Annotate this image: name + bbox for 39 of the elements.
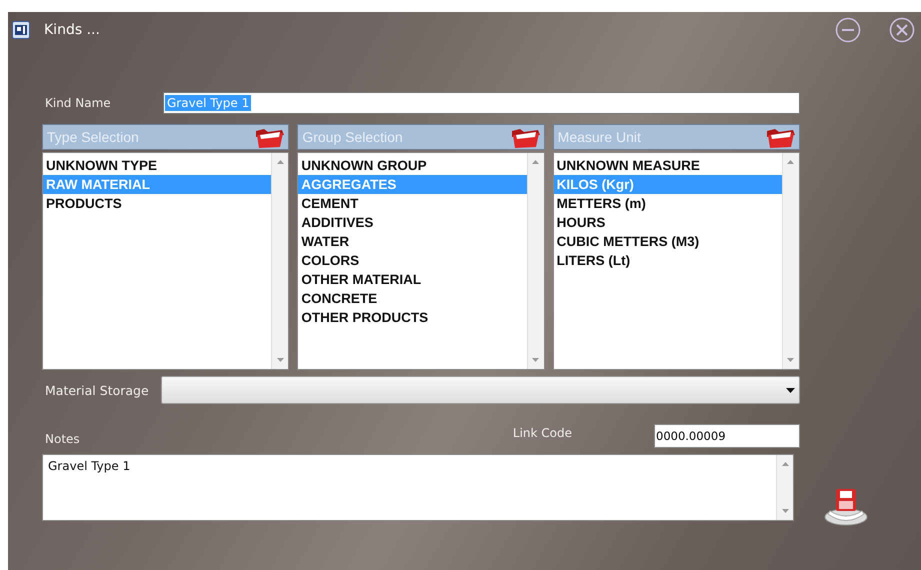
- save-icon[interactable]: [822, 487, 868, 527]
- scroll-up-icon[interactable]: [276, 160, 284, 164]
- scroll-down-icon[interactable]: [276, 358, 284, 362]
- window-title: Kinds ...: [44, 22, 100, 38]
- list-item[interactable]: UNKNOWN GROUP: [298, 156, 527, 175]
- minimize-icon[interactable]: [835, 17, 861, 43]
- scroll-up-icon[interactable]: [532, 160, 540, 164]
- scrollbar[interactable]: [526, 153, 544, 369]
- caret-icon: [786, 388, 795, 392]
- list-item[interactable]: CEMENT: [298, 194, 527, 213]
- link-code-field[interactable]: 0000.00009: [654, 424, 800, 448]
- field-label: Material Storage: [45, 382, 150, 398]
- list-item[interactable]: CUBIC METTERS (M3): [554, 232, 782, 251]
- scroll-up-icon[interactable]: [787, 160, 794, 164]
- list-item[interactable]: LITERS (Lt): [554, 251, 782, 270]
- list-title: Type Selection: [47, 129, 140, 145]
- close-icon[interactable]: [889, 17, 915, 43]
- list-item[interactable]: METTERS (m): [554, 194, 782, 213]
- app-icon: [12, 21, 30, 39]
- list-item[interactable]: UNKNOWN MEASURE: [554, 156, 782, 175]
- list-item[interactable]: ADDITIVES: [298, 213, 527, 232]
- list-title: Group Selection: [302, 129, 404, 145]
- list-item[interactable]: OTHER PRODUCTS: [298, 308, 527, 327]
- scroll-down-icon[interactable]: [532, 358, 540, 362]
- scroll-down-icon[interactable]: [787, 358, 794, 362]
- list-item[interactable]: UNKNOWN TYPE: [43, 156, 272, 175]
- list-item[interactable]: HOURS: [554, 213, 782, 232]
- list-item[interactable]: WATER: [298, 232, 527, 251]
- scrollbar[interactable]: [271, 153, 288, 369]
- list-item[interactable]: CONCRETE: [298, 289, 527, 308]
- field-label: Link Code: [512, 426, 572, 440]
- list-item[interactable]: PRODUCTS: [43, 194, 272, 213]
- list-item[interactable]: OTHER MATERIAL: [298, 270, 527, 289]
- material-storage-dropdown[interactable]: [161, 376, 800, 404]
- scrollbar[interactable]: [782, 153, 799, 369]
- list-item[interactable]: COLORS: [298, 251, 527, 270]
- list-title: Measure Unit: [558, 129, 642, 145]
- field-label: Notes: [45, 432, 80, 446]
- field-label: Kind Name: [45, 96, 112, 110]
